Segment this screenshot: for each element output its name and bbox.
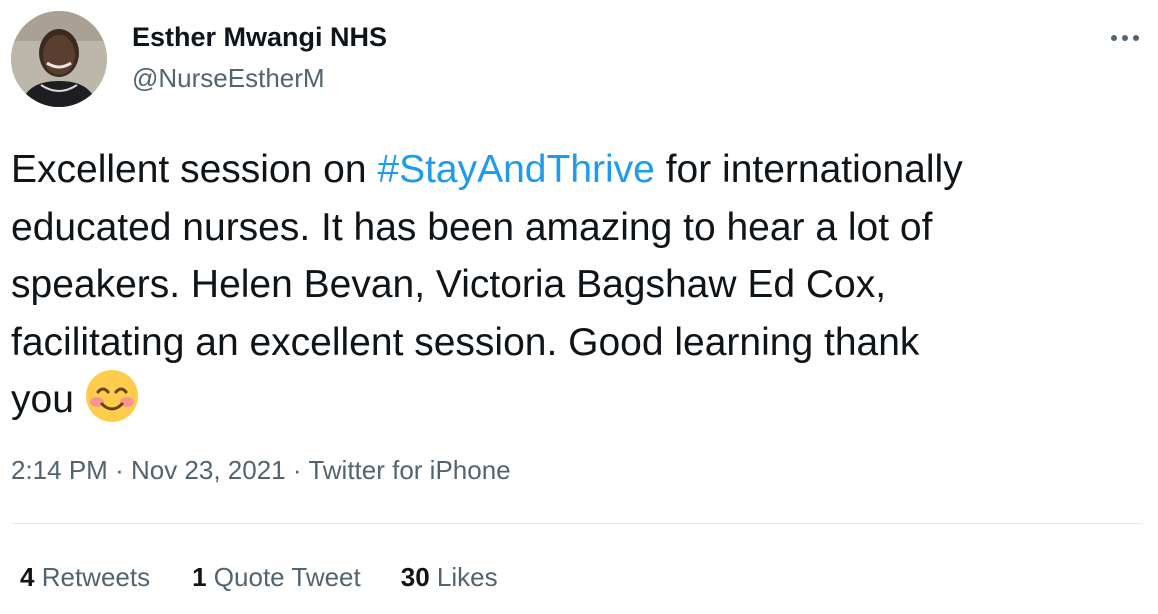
quote-tweets-count: 1	[192, 562, 207, 592]
tweet-text-segment: you	[11, 378, 74, 421]
tweet-line: you	[11, 368, 1146, 429]
meta-separator: ·	[292, 455, 302, 485]
tweet-time[interactable]: 2:14 PM	[11, 455, 108, 485]
more-options-button[interactable]	[1105, 22, 1145, 54]
tweet-date[interactable]: Nov 23, 2021	[131, 455, 286, 485]
tweet-line: Excellent session on #StayAndThrive for …	[11, 141, 1146, 199]
retweets-stat[interactable]: 4 Retweets	[20, 562, 150, 593]
tweet-line: educated nurses. It has been amazing to …	[11, 205, 933, 249]
tweet-line: facilitating an excellent session. Good …	[11, 320, 920, 364]
avatar[interactable]	[11, 11, 107, 107]
likes-label: Likes	[436, 562, 498, 592]
divider	[11, 523, 1143, 524]
quote-tweets-label: Quote Tweet	[213, 562, 361, 592]
tweet-stats: 4 Retweets 1 Quote Tweet 30 Likes	[20, 562, 498, 593]
author-handle[interactable]: @NurseEstherM	[132, 63, 325, 94]
tweet-source[interactable]: Twitter for iPhone	[308, 455, 510, 485]
tweet-line: speakers. Helen Bevan, Victoria Bagshaw …	[11, 263, 887, 306]
tweet-text: Excellent session on #StayAndThrive for …	[11, 141, 1146, 429]
quote-tweets-stat[interactable]: 1 Quote Tweet	[192, 562, 361, 593]
retweets-count: 4	[20, 562, 35, 592]
more-horizontal-icon	[1110, 29, 1140, 47]
likes-stat[interactable]: 30 Likes	[401, 562, 498, 593]
retweets-label: Retweets	[41, 562, 151, 592]
tweet-text-segment: Excellent session on	[11, 148, 378, 191]
tweet-card: Esther Mwangi NHS @NurseEstherM Excellen…	[0, 0, 1158, 614]
smiling-face-emoji-icon	[84, 368, 140, 424]
likes-count: 30	[400, 562, 430, 592]
tweet-text-segment: for internationally	[654, 148, 963, 191]
meta-separator: ·	[115, 455, 124, 485]
hashtag-link[interactable]: #StayAndThrive	[377, 148, 654, 191]
author-name[interactable]: Esther Mwangi NHS	[132, 22, 387, 53]
tweet-meta: 2:14 PM · Nov 23, 2021 · Twitter for iPh…	[11, 455, 511, 486]
